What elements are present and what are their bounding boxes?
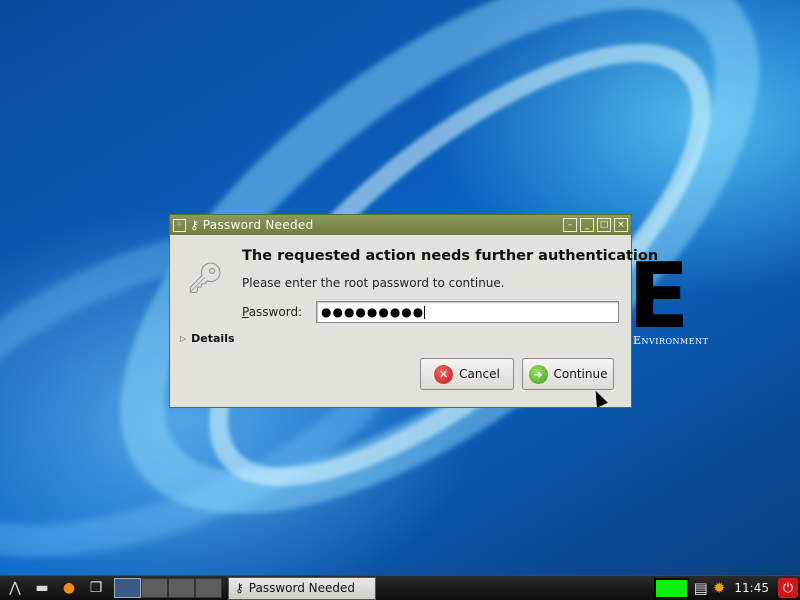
dialog-heading: The requested action needs further authe… xyxy=(242,248,659,264)
cancel-button[interactable]: ✕ Cancel xyxy=(420,358,514,390)
system-tray: ▤ ✹ 11:45 ⏻ xyxy=(653,577,800,599)
task-button-label: Password Needed xyxy=(248,581,356,595)
close-button[interactable]: × xyxy=(614,218,628,232)
expander-triangle-icon: ▷ xyxy=(180,334,187,343)
taskbar: ⋀ ▬ ● ❐ ⚷ Password Needed ▤ ✹ 11:45 ⏻ xyxy=(0,575,800,600)
firefox-icon[interactable]: ● xyxy=(57,577,81,599)
workspace-1[interactable] xyxy=(114,578,141,598)
clipboard-icon[interactable]: ▤ xyxy=(694,579,708,597)
password-value: ●●●●●●●●● xyxy=(321,305,425,319)
task-button-password-needed[interactable]: ⚷ Password Needed xyxy=(228,576,376,600)
minimize-button[interactable]: _ xyxy=(580,218,594,232)
lxde-logo-subtitle: Environment xyxy=(633,334,709,347)
shade-button[interactable]: – xyxy=(563,218,577,232)
workspace-pager xyxy=(114,578,222,598)
workspace-2[interactable] xyxy=(141,578,168,598)
password-label-rest: assword: xyxy=(248,305,303,319)
arrow-right-icon: ➜ xyxy=(528,364,548,384)
power-icon[interactable]: ⏻ xyxy=(778,578,798,598)
cpu-monitor[interactable] xyxy=(653,577,689,599)
key-icon: ⚷ xyxy=(190,218,199,232)
key-icon: 🔑︎ xyxy=(186,261,225,296)
cancel-label: Cancel xyxy=(459,367,500,381)
window-switch-icon[interactable]: ❐ xyxy=(84,577,108,599)
continue-button[interactable]: ➜ Continue xyxy=(522,358,614,390)
titlebar-buttons: – _ □ × xyxy=(563,218,628,232)
key-icon: ⚷ xyxy=(235,581,244,595)
details-expander[interactable]: ▷ Details xyxy=(180,332,235,345)
text-caret xyxy=(424,306,426,319)
cancel-x-icon: ✕ xyxy=(434,364,454,384)
lxde-menu-icon[interactable]: ⋀ xyxy=(3,577,27,599)
dialog-title: Password Needed xyxy=(202,218,314,232)
dialog-titlebar[interactable]: ⁘ ⚷ Password Needed – _ □ × xyxy=(170,215,631,235)
password-input[interactable]: ●●●●●●●●● xyxy=(316,301,619,323)
update-gear-icon[interactable]: ✹ xyxy=(713,579,726,597)
password-label: Password: xyxy=(242,305,302,319)
workspace-4[interactable] xyxy=(195,578,222,598)
workspace-3[interactable] xyxy=(168,578,195,598)
dialog-message: Please enter the root password to contin… xyxy=(242,276,505,290)
window-menu-icon[interactable]: ⁘ xyxy=(173,218,186,232)
lxde-logo-letter: E xyxy=(628,244,690,349)
maximize-button[interactable]: □ xyxy=(597,218,611,232)
password-dialog: ⁘ ⚷ Password Needed – _ □ × 🔑︎ The reque… xyxy=(169,214,658,408)
clock[interactable]: 11:45 xyxy=(734,581,769,595)
password-label-accel: P xyxy=(242,305,249,319)
desktop-background: E Environment ⁘ ⚷ Password Needed – _ □ … xyxy=(0,0,800,575)
desktop-icon[interactable]: ▬ xyxy=(30,577,54,599)
details-label: Details xyxy=(191,332,235,345)
continue-label: Continue xyxy=(553,367,608,381)
